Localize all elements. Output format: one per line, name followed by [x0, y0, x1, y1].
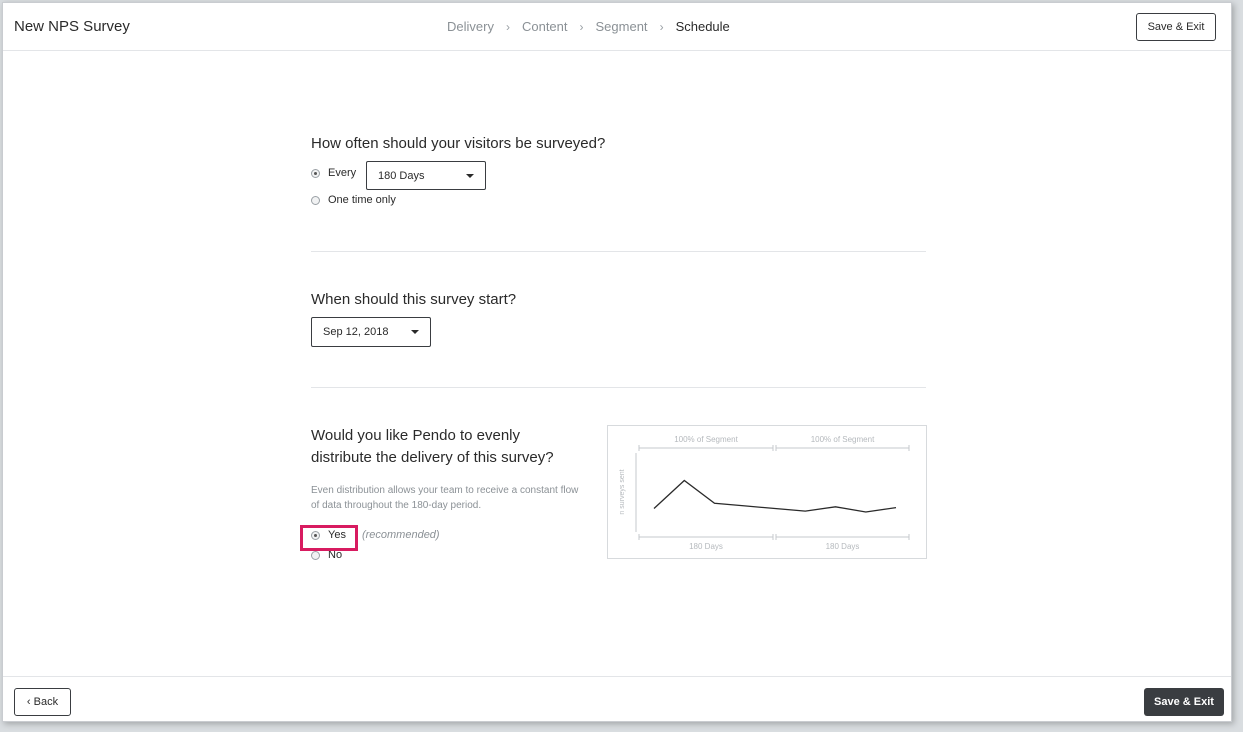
- radio-one-time[interactable]: One time only: [311, 194, 396, 206]
- recommended-label: (recommended): [361, 529, 440, 541]
- top-bar: New NPS Survey Delivery › Content › Segm…: [3, 3, 1231, 51]
- interval-select[interactable]: 180 Days: [366, 161, 486, 190]
- start-date-value: Sep 12, 2018: [323, 326, 389, 338]
- chevron-right-icon: ›: [659, 19, 664, 34]
- interval-select-value: 180 Days: [378, 169, 425, 182]
- bottom-period-label: 180 Days: [826, 542, 860, 551]
- save-exit-button[interactable]: Save & Exit: [1136, 13, 1216, 41]
- radio-one-time-label: One time only: [328, 194, 396, 206]
- highlight-box: [300, 525, 358, 551]
- radio-every-label: Every: [328, 167, 357, 179]
- frequency-question: How often should your visitors be survey…: [311, 135, 606, 152]
- breadcrumb: Delivery › Content › Segment › Schedule: [447, 19, 730, 34]
- bottom-period-label: 180 Days: [689, 542, 723, 551]
- chevron-right-icon: ›: [579, 19, 584, 34]
- step-segment[interactable]: Segment: [596, 19, 648, 34]
- back-button[interactable]: ‹ Back: [14, 688, 71, 716]
- top-segment-label: 100% of Segment: [811, 435, 875, 444]
- radio-button-icon[interactable]: [311, 195, 320, 205]
- chart-svg: 100% of Segment 180 Days 100% of Segment 18…: [619, 435, 910, 551]
- step-delivery[interactable]: Delivery: [447, 19, 494, 34]
- distribution-question-line2: distribute the delivery of this survey?: [311, 449, 554, 466]
- distribution-description: Even distribution allows your team to re…: [311, 485, 579, 511]
- radio-button-icon[interactable]: [311, 550, 320, 560]
- page-title: New NPS Survey: [14, 18, 130, 35]
- chevron-down-icon: [411, 330, 419, 334]
- divider: [311, 387, 926, 388]
- y-axis-label: n surveys sent: [619, 469, 626, 514]
- series-line: [653, 479, 897, 513]
- step-schedule[interactable]: Schedule: [676, 19, 730, 34]
- top-segment-label: 100% of Segment: [674, 435, 738, 444]
- chevron-down-icon: [466, 174, 474, 178]
- start-date-select[interactable]: Sep 12, 2018: [311, 317, 431, 347]
- distribution-question: Would you like Pendo to evenly distribut…: [311, 425, 591, 469]
- distribution-question-line1: Would you like Pendo to evenly: [311, 427, 521, 444]
- step-content[interactable]: Content: [522, 19, 568, 34]
- save-exit-button-primary[interactable]: Save & Exit: [1144, 688, 1224, 716]
- survey-editor-window: New NPS Survey Delivery › Content › Segm…: [2, 2, 1232, 722]
- chevron-right-icon: ›: [505, 19, 510, 34]
- start-question: When should this survey start?: [311, 291, 517, 308]
- distribution-chart: 100% of Segment 180 Days 100% of Segment 18…: [607, 425, 927, 559]
- radio-every[interactable]: Every: [311, 167, 356, 179]
- footer-bar: ‹ Back Save & Exit: [3, 676, 1231, 723]
- divider: [311, 251, 926, 252]
- radio-button-icon[interactable]: [311, 168, 320, 178]
